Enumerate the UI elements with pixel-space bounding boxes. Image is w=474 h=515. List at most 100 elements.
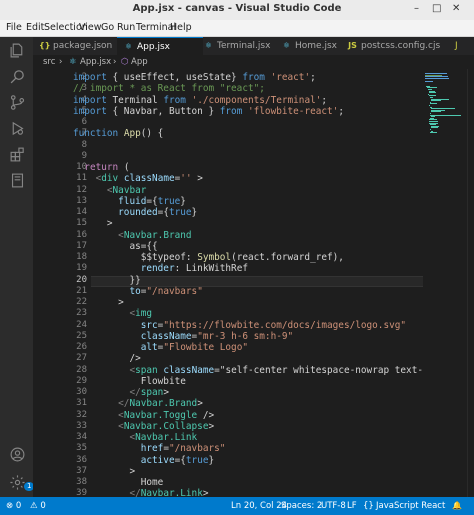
code-line: active={true} (140, 454, 215, 466)
extensions-icon[interactable] (8, 145, 26, 163)
symbol-icon: ⬡ (121, 57, 129, 67)
code-line: /> (73, 353, 141, 365)
account-icon[interactable] (8, 445, 26, 463)
menu-file[interactable]: File (6, 22, 22, 33)
code-line: > (73, 297, 124, 308)
breadcrumb-symbol[interactable]: App (131, 55, 148, 69)
tab-label: App.jsx (137, 42, 170, 52)
minimap-line (431, 111, 441, 113)
vertical-scrollbar[interactable] (467, 69, 474, 497)
tab-label: postcss.config.cjs (361, 41, 441, 51)
code-line: // import * as React from "react"; (73, 83, 265, 95)
tab-label: Terminal.jsx (217, 41, 271, 51)
code-line: </span> (129, 387, 169, 398)
tab-home-jsx[interactable]: ⚛ Home.jsx (275, 37, 347, 55)
minimap-line (429, 92, 436, 94)
tab-overflow[interactable]: J (449, 37, 474, 55)
menu-help[interactable]: Help (170, 22, 192, 33)
notifications-bell-icon[interactable]: 🔔 (452, 497, 462, 515)
code-line: return ( (84, 162, 130, 173)
activity-bar: 1 (0, 37, 35, 497)
menu-run[interactable]: Run (117, 22, 135, 33)
tab-label: J (455, 41, 458, 51)
code-line: render: LinkWithRef (140, 263, 248, 275)
bookmark-icon[interactable] (8, 171, 26, 189)
code-line: <Navbar.Toggle /> (118, 409, 215, 421)
code-line: > (73, 218, 113, 230)
minimap-line (425, 81, 433, 82)
code-line: </Navbar.Link> (129, 488, 209, 497)
menu-edit[interactable]: Edit (26, 22, 44, 33)
code-line: <Navbar.Brand (118, 229, 192, 241)
warnings-indicator[interactable]: ⚠ 0 (30, 497, 46, 515)
source-control-icon[interactable] (8, 93, 26, 111)
settings-gear-icon[interactable]: 1 (8, 473, 35, 491)
code-line: }} (73, 274, 141, 286)
tab-label: package.json (53, 41, 113, 51)
json-file-icon: {} (39, 41, 51, 50)
indentation[interactable]: Spaces: 2 (281, 497, 322, 515)
status-bar: ⊗ 0 ⚠ 0 Ln 20, Col 24 Spaces: 2 UTF-8 LF… (0, 497, 474, 515)
code-line: as={{ (73, 240, 158, 252)
tab-terminal-jsx[interactable]: ⚛ Terminal.jsx (197, 37, 281, 55)
tab-postcss-config[interactable]: JS postcss.config.cjs (341, 37, 455, 55)
run-debug-icon[interactable] (8, 119, 26, 137)
code-line: alt="Flowbite Logo" (140, 342, 248, 353)
code-line: <Navbar.Collapse> (118, 420, 215, 432)
code-line: import { useEffect, useState} from 'reac… (73, 72, 316, 83)
js-file-icon: JS (348, 41, 357, 50)
code-line: > (73, 465, 136, 477)
menu-view[interactable]: View (79, 22, 102, 33)
tab-package-json[interactable]: {} package.json (33, 37, 123, 55)
explorer-icon[interactable] (8, 41, 26, 59)
code-line: <div className='' > (95, 173, 203, 185)
code-line: <span className="self-center whitespace-… (129, 364, 423, 376)
minimap[interactable] (423, 69, 467, 497)
tab-app-jsx[interactable]: ⚛ App.jsx (117, 37, 203, 55)
encoding[interactable]: UTF-8 (321, 497, 346, 515)
title-bar: App.jsx - canvas - Visual Studio Code – … (0, 0, 474, 21)
code-line: </Navbar.Brand> (118, 398, 203, 410)
end-of-line[interactable]: LF (347, 497, 357, 515)
code-line: href="/navbars" (140, 443, 226, 455)
react-file-icon: ⚛ (69, 57, 77, 67)
code-line: src="https://flowbite.com/docs/images/lo… (140, 319, 407, 331)
menu-bar: File Edit Selection View Go Run Terminal… (0, 20, 474, 37)
code-line: import { Navbar, Button } from 'flowbite… (73, 105, 344, 117)
code-line: rounded={true} (118, 207, 198, 218)
breadcrumb-folder[interactable]: src (43, 55, 55, 69)
minimap-line (430, 103, 437, 105)
code-line: Flowbite (73, 375, 186, 387)
code-line: className="mr-3 h-6 sm:h-9" (140, 330, 294, 342)
breadcrumb-separator: › (113, 57, 117, 67)
code-line: <Navbar (106, 184, 147, 196)
code-line: <img (129, 308, 153, 320)
code-line: <Navbar.Link (129, 432, 198, 443)
code-line: import Terminal from './components/Termi… (73, 94, 328, 106)
cursor-position[interactable]: Ln 20, Col 24 (231, 497, 287, 515)
window-title: App.jsx - canvas - Visual Studio Code (132, 3, 342, 14)
language-mode[interactable]: JavaScript React (376, 497, 445, 515)
code-line: fluid={true} (118, 195, 186, 207)
code-editor[interactable]: import { useEffect, useState} from 'reac… (73, 69, 423, 497)
maximize-button[interactable]: □ (432, 3, 441, 14)
react-file-icon: ⚛ (204, 41, 213, 50)
react-file-icon: ⚛ (282, 41, 291, 50)
errors-indicator[interactable]: ⊗ 0 (6, 497, 21, 515)
minimap-line (425, 77, 449, 79)
menu-go[interactable]: Go (101, 22, 114, 33)
minimize-button[interactable]: – (414, 3, 419, 14)
minimap-line (431, 127, 438, 129)
tab-label: Home.jsx (295, 41, 337, 51)
code-line: $$typeof: Symbol(react.forward_ref), (73, 252, 344, 263)
breadcrumb-file[interactable]: App.jsx (80, 55, 111, 69)
braces-icon[interactable]: {} (363, 497, 374, 515)
search-icon[interactable] (8, 67, 26, 85)
minimap-line (430, 132, 437, 134)
close-button[interactable]: ✕ (452, 3, 460, 14)
code-line: function App() { (73, 128, 164, 140)
breadcrumb-separator: › (59, 57, 63, 67)
minimap-line (431, 100, 441, 102)
react-file-icon: ⚛ (124, 42, 133, 51)
breadcrumb: src › ⚛ App.jsx › ⬡ App (33, 55, 474, 69)
